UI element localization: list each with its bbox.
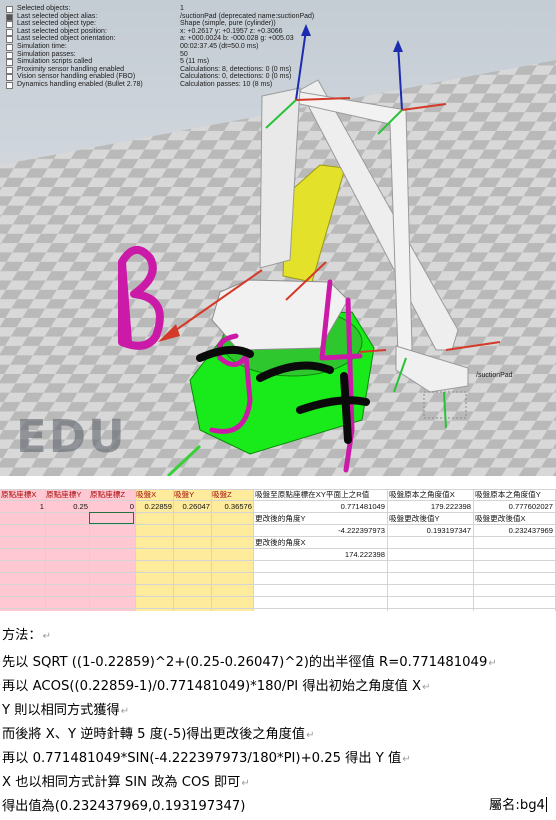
info-value: x: +0.2617 y: +0.1957 z: +0.3066 [180, 27, 283, 35]
info-value: 00:02:37.45 (dt=50.0 ms) [180, 42, 259, 50]
step-line: 先以 SQRT ((1-0.22859)^2+(0.25-0.26047)^2)… [2, 655, 497, 670]
simulation-viewport[interactable]: Selected objects: 1 Last selected object a… [0, 0, 556, 476]
info-value: Calculations: 8, detections: 0 (0 ms) [180, 65, 292, 73]
label-r-value[interactable]: 吸盤至原點座標在XY平面上之R值 [254, 489, 387, 501]
info-value: a: +000.0024 b: -000.028 g: +005.03 [180, 35, 294, 43]
info-checkbox[interactable] [6, 6, 13, 13]
value-new-x[interactable]: 0.232437969 [474, 525, 554, 537]
info-checkbox[interactable] [6, 43, 13, 51]
cell-origin-x[interactable]: 1 [0, 501, 45, 513]
info-label: Simulation passes: [17, 50, 76, 58]
label-new-x[interactable]: 吸盤更改後值X [474, 513, 555, 525]
info-checkbox[interactable] [6, 28, 13, 36]
cell-pad-y[interactable]: 0.26047 [173, 501, 211, 513]
step-line: Y 則以相同方式獲得↵ [2, 703, 130, 718]
value-new-angle-x[interactable]: 174.222398 [254, 549, 386, 561]
value-angle-y[interactable]: 0.777602027 [474, 501, 554, 513]
info-label: Last selected object orientation: [17, 35, 116, 43]
label-new-y[interactable]: 吸盤更改後值Y [388, 513, 473, 525]
info-value: 5 (11 ms) [180, 58, 210, 66]
info-value: Shape (simple, pure (cylinder)) [180, 20, 276, 28]
selected-cell[interactable] [89, 512, 134, 524]
object-label: /suctionPad [476, 372, 513, 379]
info-checkbox[interactable] [6, 74, 13, 82]
info-checkbox[interactable] [6, 13, 13, 21]
info-checkbox[interactable] [6, 51, 13, 59]
text-cursor [545, 797, 547, 812]
header-pad-z[interactable]: 吸盤Z [211, 489, 253, 501]
cell-pad-x[interactable]: 0.22859 [135, 501, 173, 513]
label-angle-y[interactable]: 吸盤原本之角度值Y [474, 489, 555, 501]
value-new-y[interactable]: 0.193197347 [388, 525, 472, 537]
step-line: 再以 ACOS((0.22859-1)/0.771481049)*180/PI … [2, 679, 431, 694]
header-pad-x[interactable]: 吸盤X [135, 489, 173, 501]
info-value: Calculations: 0, detections: 0 (0 ms) [180, 73, 292, 81]
edu-watermark: EDU [16, 410, 127, 463]
spreadsheet: 原點座標X 原點座標Y 原點座標Z 吸盤X 吸盤Y 吸盤Z 1 0.25 0 0… [0, 489, 556, 611]
cell-origin-y[interactable]: 0.25 [45, 501, 89, 513]
info-label: Proximity sensor handling enabled [17, 65, 125, 73]
step-line: X 也以相同方式計算 SIN 改為 COS 即可↵ [2, 775, 250, 790]
header-origin-y[interactable]: 原點座標Y [45, 489, 89, 501]
signature: 屬名:bg4 [489, 797, 547, 813]
header-origin-x[interactable]: 原點座標X [0, 489, 45, 501]
cell-origin-z[interactable]: 0 [89, 501, 135, 513]
cell-pad-z[interactable]: 0.36576 [211, 501, 253, 513]
result-line: 得出值為(0.232437969,0.193197347) [2, 799, 246, 814]
header-origin-z[interactable]: 原點座標Z [89, 489, 135, 501]
label-new-angle-x[interactable]: 更改後的角度X [254, 537, 387, 549]
step-line: 再以 0.771481049*SIN(-4.222397973/180*PI)+… [2, 751, 411, 766]
step-line: 而後將 X、Y 逆時針轉 5 度(-5)得出更改後之角度值↵ [2, 727, 315, 742]
info-label: Simulation time: [17, 42, 67, 50]
info-checkbox[interactable] [6, 81, 13, 89]
value-new-angle-y[interactable]: -4.222397973 [254, 525, 386, 537]
info-value: /suctionPad (deprecated name:suctionPad) [180, 12, 315, 20]
info-label: Selected objects: [17, 5, 71, 12]
info-value: Calculation passes: 10 (8 ms) [180, 80, 273, 88]
info-label: Last selected object type: [17, 20, 96, 28]
header-pad-y[interactable]: 吸盤Y [173, 489, 211, 501]
info-value: 50 [180, 50, 188, 58]
info-value: 1 [180, 5, 184, 12]
value-r[interactable]: 0.771481049 [254, 501, 386, 513]
info-label: Last selected object position: [17, 27, 107, 35]
info-checkbox[interactable] [6, 21, 13, 29]
method-heading: 方法：↵ [2, 628, 51, 643]
info-label: Vision sensor handling enabled (FBO) [17, 73, 136, 81]
info-checkbox[interactable] [6, 36, 13, 44]
info-label: Simulation scripts called [17, 58, 93, 66]
info-label: Last selected object alias: [17, 12, 98, 20]
label-angle-x[interactable]: 吸盤原本之角度值X [388, 489, 473, 501]
info-checkbox[interactable] [6, 59, 13, 67]
info-checkbox[interactable] [6, 66, 13, 74]
label-new-angle-y[interactable]: 更改後的角度Y [254, 513, 387, 525]
info-label: Dynamics handling enabled (Bullet 2.78) [17, 80, 143, 88]
value-angle-x[interactable]: 179.222398 [388, 501, 472, 513]
